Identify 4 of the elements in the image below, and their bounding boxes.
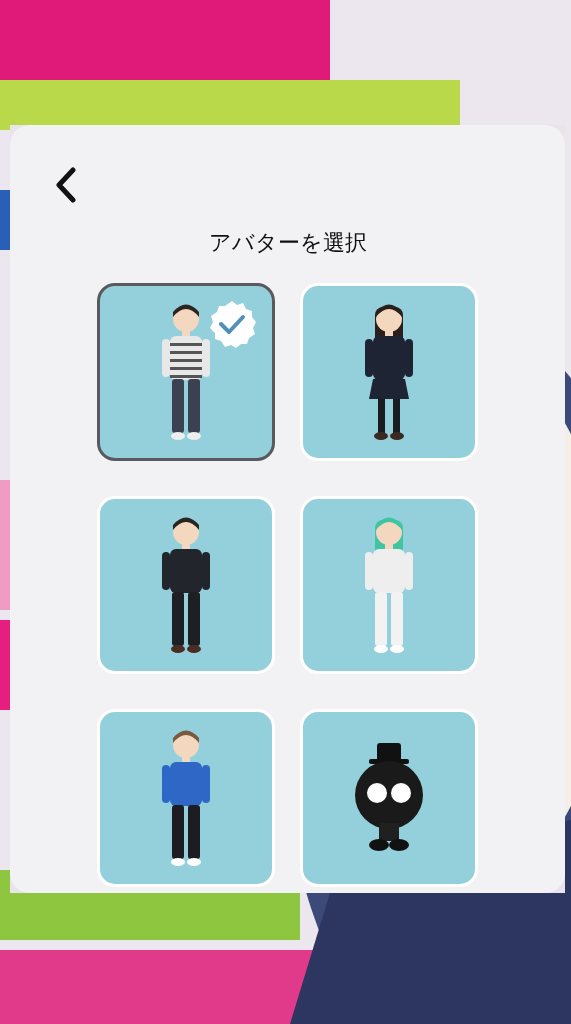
- modal-title: アバターを選択: [208, 229, 367, 257]
- avatar-card[interactable]: [97, 283, 275, 461]
- check-badge-icon: [208, 300, 256, 348]
- chevron-left-icon: [55, 167, 77, 203]
